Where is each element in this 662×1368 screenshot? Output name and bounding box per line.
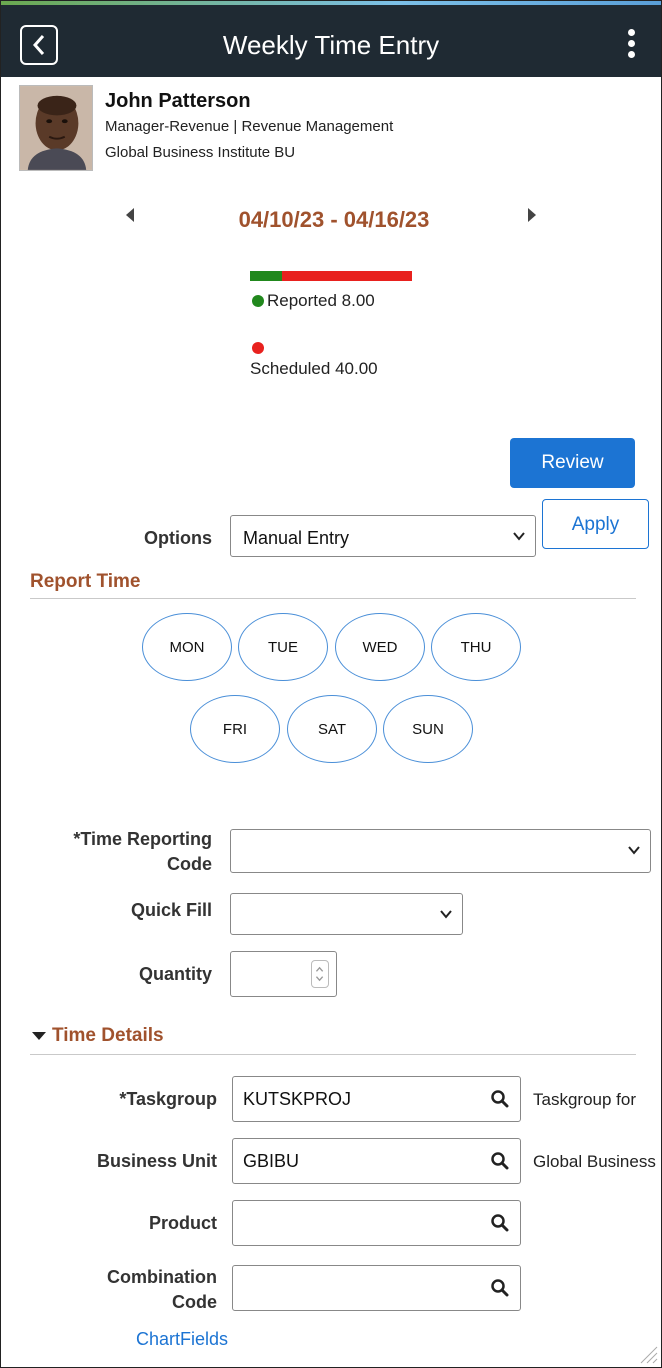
quantity-label: Quantity — [138, 964, 212, 984]
day-button-thu[interactable]: THU — [431, 613, 521, 681]
options-select[interactable]: Manual Entry — [230, 515, 536, 557]
scheduled-dot-icon — [252, 342, 264, 354]
chartfields-link[interactable]: ChartFields — [136, 1329, 228, 1350]
day-button-sat[interactable]: SAT — [287, 695, 377, 763]
time-reporting-code-label-line2: Code — [167, 854, 212, 874]
day-button-tue[interactable]: TUE — [238, 613, 328, 681]
time-details-heading: Time Details — [52, 1025, 164, 1046]
taskgroup-label: *Taskgroup — [119, 1089, 217, 1109]
report-time-divider — [30, 598, 636, 599]
time-reporting-code-select[interactable] — [230, 829, 651, 873]
employee-job: Manager-Revenue | Revenue Management — [105, 118, 394, 135]
employee-business-unit: Global Business Institute BU — [105, 144, 296, 161]
report-time-heading: Report Time — [30, 571, 141, 592]
product-label: Product — [148, 1213, 217, 1233]
time-details-toggle[interactable]: Time Details — [32, 1025, 164, 1047]
reported-hours-label: Reported 8.00 — [267, 291, 375, 310]
time-reporting-code-label: *Time Reporting Code — [21, 827, 212, 877]
quick-fill-label: Quick Fill — [130, 900, 212, 920]
quick-fill-select[interactable] — [230, 893, 463, 935]
business-unit-description: Global Business — [533, 1152, 656, 1171]
chevron-down-icon — [440, 910, 452, 919]
combination-code-label: Combination Code — [41, 1265, 217, 1315]
day-button-wed[interactable]: WED — [335, 613, 425, 681]
day-button-sun[interactable]: SUN — [383, 695, 473, 763]
time-details-divider — [30, 1054, 636, 1055]
reported-dot-icon — [252, 295, 264, 307]
search-icon[interactable] — [490, 1278, 510, 1298]
search-icon[interactable] — [490, 1089, 510, 1109]
taskgroup-value: KUTSKPROJ — [243, 1089, 352, 1109]
day-button-mon[interactable]: MON — [142, 613, 232, 681]
app-frame: Weekly Time Entry John Patterson Manager… — [0, 0, 662, 1368]
combination-code-label-line1: Combination — [107, 1267, 217, 1287]
search-icon[interactable] — [490, 1213, 510, 1233]
business-unit-value: GBIBU — [243, 1151, 300, 1171]
chevron-down-icon — [513, 532, 525, 541]
page-title: Weekly Time Entry — [222, 30, 440, 60]
review-button[interactable]: Review — [510, 438, 635, 488]
app-header: Weekly Time Entry — [1, 5, 661, 77]
apply-button[interactable]: Apply — [542, 499, 649, 549]
taskgroup-input[interactable]: KUTSKPROJ — [232, 1076, 521, 1122]
options-label: Options — [144, 528, 212, 548]
search-icon[interactable] — [490, 1151, 510, 1171]
options-value: Manual Entry — [243, 528, 350, 548]
next-week-icon[interactable] — [528, 208, 536, 222]
quantity-stepper[interactable] — [230, 951, 337, 997]
combination-code-input[interactable] — [232, 1265, 521, 1311]
stepper-arrows-icon[interactable] — [311, 960, 329, 988]
employee-photo — [19, 85, 93, 171]
reported-hours-fill — [250, 271, 283, 281]
business-unit-input[interactable]: GBIBU — [232, 1138, 521, 1184]
chevron-down-icon — [628, 846, 640, 855]
resize-grip-icon[interactable] — [637, 1339, 659, 1365]
hours-progress-bar — [250, 271, 412, 281]
time-reporting-code-label-line1: *Time Reporting — [73, 829, 212, 849]
day-button-fri[interactable]: FRI — [190, 695, 280, 763]
week-range: 04/10/23 - 04/16/23 — [238, 207, 430, 232]
employee-name: John Patterson — [105, 90, 251, 112]
combination-code-label-line2: Code — [172, 1292, 217, 1312]
kebab-menu-icon[interactable] — [625, 29, 637, 63]
product-input[interactable] — [232, 1200, 521, 1246]
scheduled-hours-label: Scheduled 40.00 — [250, 359, 378, 378]
caret-down-icon — [32, 1031, 46, 1040]
taskgroup-description: Taskgroup for — [533, 1090, 636, 1109]
business-unit-label: Business Unit — [96, 1151, 217, 1171]
